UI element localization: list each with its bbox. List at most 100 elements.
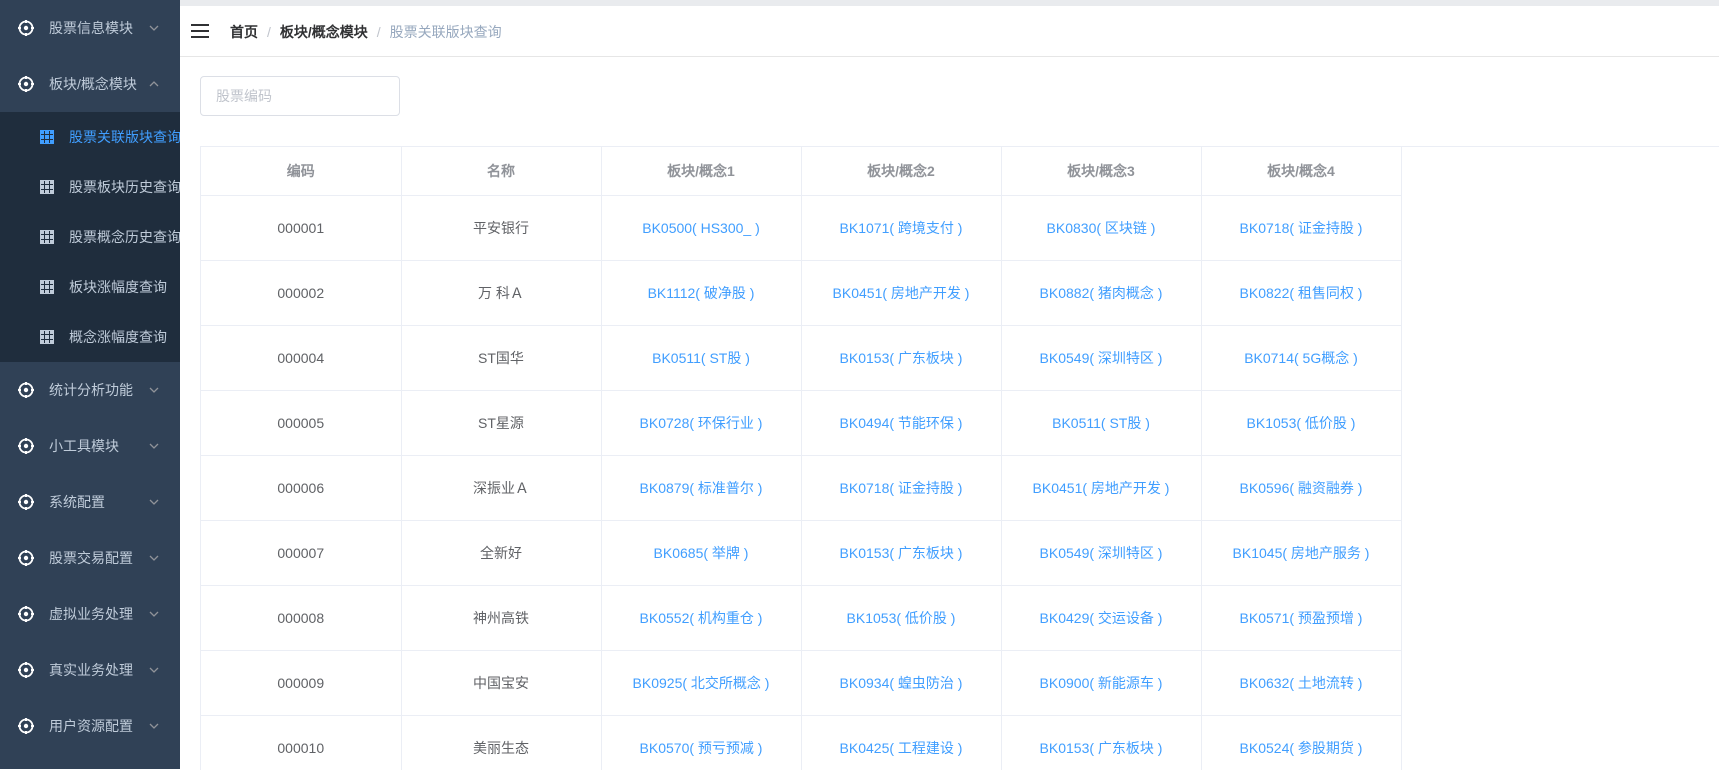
data-table: 编码名称板块/概念1板块/概念2板块/概念3板块/概念4 000001平安银行B…: [201, 147, 1402, 770]
sector-link-cell[interactable]: BK0429( 交运设备 ): [1001, 586, 1201, 651]
sector-link-cell[interactable]: BK0425( 工程建设 ): [801, 716, 1001, 770]
column-header: 板块/概念2: [801, 147, 1001, 196]
stock-code-cell: 000006: [201, 456, 401, 521]
sector-link-cell[interactable]: BK1045( 房地产服务 ): [1201, 521, 1401, 586]
table-row: 000009中国宝安BK0925( 北交所概念 )BK0934( 蝗虫防治 )B…: [201, 651, 1401, 716]
sector-link-cell[interactable]: BK0728( 环保行业 ): [601, 391, 801, 456]
sidebar-group[interactable]: 统计分析功能: [0, 362, 180, 418]
gear-icon: [18, 20, 34, 36]
sector-link-cell[interactable]: BK0718( 证金持股 ): [801, 456, 1001, 521]
sector-link-cell[interactable]: BK0718( 证金持股 ): [1201, 196, 1401, 261]
sidebar-group[interactable]: 板块/概念模块: [0, 56, 180, 112]
sidebar-group[interactable]: 系统配置: [0, 474, 180, 530]
sector-link-cell[interactable]: BK0511( ST股 ): [1001, 391, 1201, 456]
sidebar-group[interactable]: 股票交易配置: [0, 530, 180, 586]
chevron-down-icon: [148, 608, 160, 620]
sidebar-subitem[interactable]: 板块涨幅度查询: [0, 262, 180, 312]
stock-name-cell: 美丽生态: [401, 716, 601, 770]
stock-code-cell: 000005: [201, 391, 401, 456]
sector-link-cell[interactable]: BK0549( 深圳特区 ): [1001, 521, 1201, 586]
hamburger-icon[interactable]: [190, 21, 210, 41]
sector-link-cell[interactable]: BK0549( 深圳特区 ): [1001, 326, 1201, 391]
sector-link-cell[interactable]: BK0900( 新能源车 ): [1001, 651, 1201, 716]
stock-name-cell: 平安银行: [401, 196, 601, 261]
sector-link-cell[interactable]: BK0511( ST股 ): [601, 326, 801, 391]
sector-link-cell[interactable]: BK1053( 低价股 ): [801, 586, 1001, 651]
stock-name-cell: ST国华: [401, 326, 601, 391]
sector-link-cell[interactable]: BK0571( 预盈预增 ): [1201, 586, 1401, 651]
sector-link-cell[interactable]: BK0494( 节能环保 ): [801, 391, 1001, 456]
sidebar-group[interactable]: 股票信息模块: [0, 0, 180, 56]
sector-link-cell[interactable]: BK0925( 北交所概念 ): [601, 651, 801, 716]
sidebar-group[interactable]: 小工具模块: [0, 418, 180, 474]
navbar: 首页/板块/概念模块/股票关联版块查询: [180, 6, 1719, 57]
stock-code-search-input[interactable]: [200, 76, 400, 116]
sector-link-cell[interactable]: BK0552( 机构重仓 ): [601, 586, 801, 651]
sector-link-cell[interactable]: BK1112( 破净股 ): [601, 261, 801, 326]
breadcrumb: 首页/板块/概念模块/股票关联版块查询: [230, 22, 502, 42]
sidebar-group-label: 系统配置: [49, 492, 105, 512]
breadcrumb-home[interactable]: 首页: [230, 24, 258, 40]
breadcrumb-separator: /: [267, 24, 271, 40]
stock-name-cell: 深振业Ａ: [401, 456, 601, 521]
sidebar-group[interactable]: 真实业务处理: [0, 642, 180, 698]
sector-link-cell[interactable]: BK0153( 广东板块 ): [1001, 716, 1201, 770]
sector-link-cell[interactable]: BK0830( 区块链 ): [1001, 196, 1201, 261]
sidebar-menu: 股票信息模块板块/概念模块股票关联版块查询股票板块历史查询股票概念历史查询板块涨…: [0, 0, 180, 754]
sector-link-cell[interactable]: BK0822( 租售同权 ): [1201, 261, 1401, 326]
sidebar-subitem[interactable]: 股票板块历史查询: [0, 162, 180, 212]
sector-link-cell[interactable]: BK0524( 参股期货 ): [1201, 716, 1401, 770]
gear-icon: [18, 76, 34, 92]
table-row: 000005ST星源BK0728( 环保行业 )BK0494( 节能环保 )BK…: [201, 391, 1401, 456]
table-row: 000006深振业ＡBK0879( 标准普尔 )BK0718( 证金持股 )BK…: [201, 456, 1401, 521]
sidebar-subitem-label: 股票概念历史查询: [69, 227, 180, 247]
sidebar-subitem[interactable]: 股票关联版块查询: [0, 112, 180, 162]
chevron-down-icon: [148, 664, 160, 676]
sidebar-group[interactable]: 虚拟业务处理: [0, 586, 180, 642]
sidebar-group-label: 虚拟业务处理: [49, 604, 133, 624]
sector-link-cell[interactable]: BK0153( 广东板块 ): [801, 521, 1001, 586]
table-row: 000001平安银行BK0500( HS300_ )BK1071( 跨境支付 )…: [201, 196, 1401, 261]
sidebar-subitem[interactable]: 股票概念历史查询: [0, 212, 180, 262]
breadcrumb-current: 股票关联版块查询: [390, 24, 502, 40]
sector-link-cell[interactable]: BK0714( 5G概念 ): [1201, 326, 1401, 391]
chevron-down-icon: [148, 496, 160, 508]
gear-icon: [18, 662, 34, 678]
sidebar-subitem[interactable]: 概念涨幅度查询: [0, 312, 180, 362]
sidebar-subitem-label: 板块涨幅度查询: [69, 277, 167, 297]
stock-code-cell: 000009: [201, 651, 401, 716]
sidebar-subitem-label: 股票关联版块查询: [69, 127, 180, 147]
chevron-down-icon: [148, 440, 160, 452]
sidebar-subitem-label: 股票板块历史查询: [69, 177, 180, 197]
sector-link-cell[interactable]: BK0934( 蝗虫防治 ): [801, 651, 1001, 716]
table-body: 000001平安银行BK0500( HS300_ )BK1071( 跨境支付 )…: [201, 196, 1401, 770]
stock-code-cell: 000002: [201, 261, 401, 326]
chevron-up-icon: [148, 78, 160, 90]
sector-link-cell[interactable]: BK0451( 房地产开发 ): [1001, 456, 1201, 521]
sector-link-cell[interactable]: BK0153( 广东板块 ): [801, 326, 1001, 391]
stock-name-cell: 神州高铁: [401, 586, 601, 651]
sidebar-group-label: 股票交易配置: [49, 548, 133, 568]
sector-link-cell[interactable]: BK0632( 土地流转 ): [1201, 651, 1401, 716]
sector-link-cell[interactable]: BK0451( 房地产开发 ): [801, 261, 1001, 326]
sector-link-cell[interactable]: BK1071( 跨境支付 ): [801, 196, 1001, 261]
table-row: 000008神州高铁BK0552( 机构重仓 )BK1053( 低价股 )BK0…: [201, 586, 1401, 651]
sidebar-group[interactable]: 用户资源配置: [0, 698, 180, 754]
grid-table-icon: [40, 180, 54, 194]
grid-table-icon: [40, 280, 54, 294]
sector-link-cell[interactable]: BK0882( 猪肉概念 ): [1001, 261, 1201, 326]
sector-link-cell[interactable]: BK0685( 举牌 ): [601, 521, 801, 586]
breadcrumb-section[interactable]: 板块/概念模块: [280, 24, 368, 40]
gear-icon: [18, 494, 34, 510]
column-header: 名称: [401, 147, 601, 196]
stock-code-cell: 000008: [201, 586, 401, 651]
stock-sector-table: 编码名称板块/概念1板块/概念2板块/概念3板块/概念4 000001平安银行B…: [200, 146, 1719, 770]
sidebar-group-label: 小工具模块: [49, 436, 119, 456]
table-row: 000002万 科ＡBK1112( 破净股 )BK0451( 房地产开发 )BK…: [201, 261, 1401, 326]
sector-link-cell[interactable]: BK1053( 低价股 ): [1201, 391, 1401, 456]
chevron-down-icon: [148, 384, 160, 396]
sector-link-cell[interactable]: BK0500( HS300_ ): [601, 196, 801, 261]
sector-link-cell[interactable]: BK0570( 预亏预减 ): [601, 716, 801, 770]
sector-link-cell[interactable]: BK0879( 标准普尔 ): [601, 456, 801, 521]
sector-link-cell[interactable]: BK0596( 融资融券 ): [1201, 456, 1401, 521]
